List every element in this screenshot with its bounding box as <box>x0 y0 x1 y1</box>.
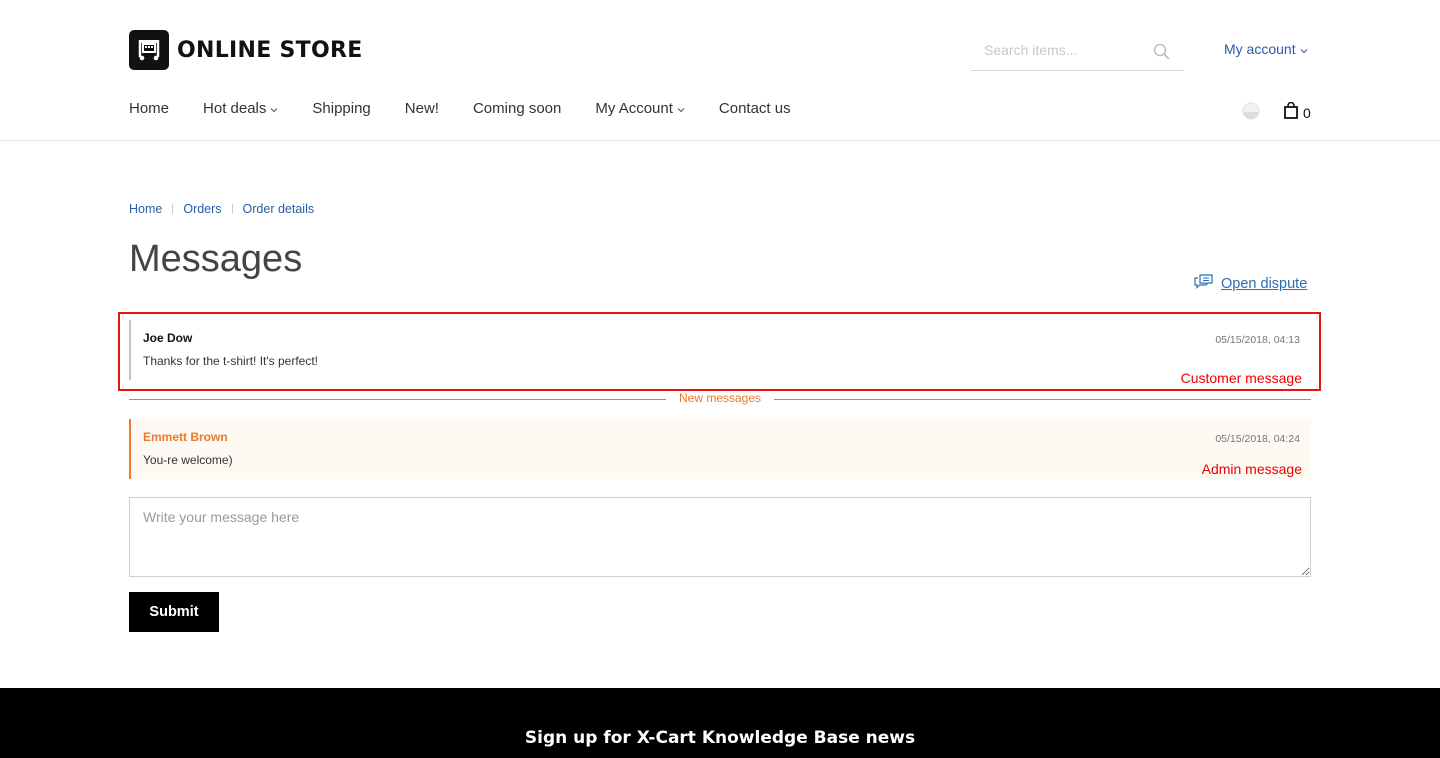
nav-label: Home <box>129 100 170 117</box>
chevron-down-icon <box>677 100 685 117</box>
nav-item-hot-deals[interactable]: Hot deals <box>203 100 278 117</box>
open-dispute-link[interactable]: Open dispute <box>1193 273 1307 295</box>
shopping-bag-icon <box>1284 101 1298 124</box>
store-logo[interactable]: ONLINE STORE <box>129 30 363 70</box>
search-box <box>971 33 1184 71</box>
nav-item-contact-us[interactable]: Contact us <box>719 100 791 117</box>
nav-label: My Account <box>595 100 673 117</box>
footer-newsletter-title: Sign up for X-Cart Knowledge Base news <box>524 728 916 748</box>
search-input[interactable] <box>971 33 1151 67</box>
nav-label: Coming soon <box>472 100 562 117</box>
chevron-down-icon <box>1300 41 1308 57</box>
annotation-highlight-box <box>118 312 1321 391</box>
cart-logo-icon <box>129 30 169 70</box>
open-dispute-label: Open dispute <box>1221 276 1308 292</box>
message-form <box>129 497 1311 577</box>
admin-message: Emmett Brown You-re welcome) 05/15/2018,… <box>129 419 1311 479</box>
nav-item-home[interactable]: Home <box>129 100 169 117</box>
submit-button[interactable]: Submit <box>129 592 219 632</box>
breadcrumb-order-details[interactable]: Order details <box>243 202 315 216</box>
breadcrumb-home[interactable]: Home <box>129 202 162 216</box>
store-name: ONLINE STORE <box>177 37 363 63</box>
chat-bubbles-icon <box>1193 273 1214 295</box>
breadcrumb-separator <box>231 204 233 214</box>
nav-item-shipping[interactable]: Shipping <box>312 100 370 117</box>
breadcrumb-orders[interactable]: Orders <box>183 202 221 216</box>
cart-count: 0 <box>1303 105 1311 121</box>
main-nav: Home Hot deals Shipping New! Coming soon… <box>129 100 825 117</box>
nav-item-my-account[interactable]: My Account <box>595 100 685 117</box>
message-date: 05/15/2018, 04:24 <box>1215 433 1300 445</box>
my-account-menu[interactable]: My account <box>1224 41 1308 57</box>
nav-label: Hot deals <box>203 100 267 117</box>
footer: Sign up for X-Cart Knowledge Base news <box>0 688 1440 758</box>
my-account-label: My account <box>1224 41 1296 57</box>
message-textarea[interactable] <box>129 497 1311 577</box>
search-icon[interactable] <box>1153 43 1170 65</box>
new-messages-label: New messages <box>666 391 774 405</box>
page-title: Messages <box>129 238 303 280</box>
breadcrumb-separator <box>172 204 174 214</box>
cart-button[interactable]: 0 <box>1284 101 1311 124</box>
message-text: You-re welcome) <box>143 453 233 467</box>
theme-toggle-icon[interactable] <box>1242 102 1260 125</box>
nav-item-new[interactable]: New! <box>405 100 439 117</box>
nav-label: New! <box>404 100 439 117</box>
breadcrumb: Home Orders Order details <box>129 202 314 216</box>
admin-message-annotation: Admin message <box>1201 461 1302 477</box>
nav-label: Shipping <box>312 100 371 117</box>
chevron-down-icon <box>270 100 278 117</box>
message-author: Emmett Brown <box>143 430 228 444</box>
header-divider <box>0 140 1440 141</box>
customer-message-annotation: Customer message <box>1180 370 1302 386</box>
nav-item-coming-soon[interactable]: Coming soon <box>473 100 561 117</box>
nav-label: Contact us <box>718 100 791 117</box>
